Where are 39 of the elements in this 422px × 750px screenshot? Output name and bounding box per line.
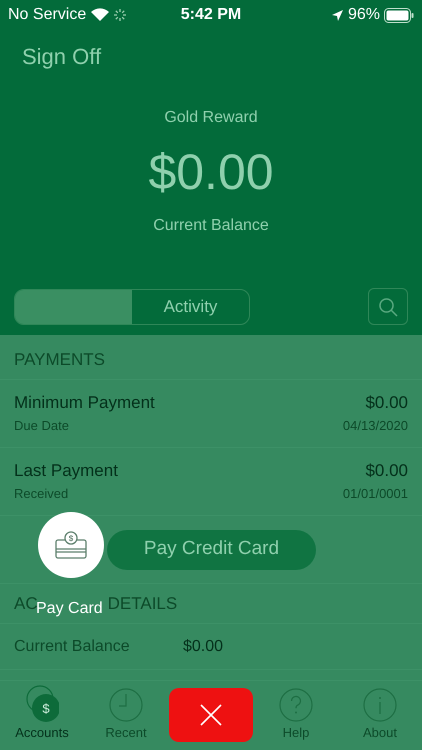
search-icon [378,296,398,316]
payment-title: Last Payment [14,460,118,482]
battery-percent: 96% [348,5,380,25]
section-heading: DETAILS [108,592,178,615]
payment-subtitle: Received [14,484,70,502]
info-icon [362,686,398,722]
carrier-label: No Service [8,5,86,25]
sign-off-button[interactable]: Sign Off [22,40,102,73]
search-button[interactable] [368,288,408,325]
balance-label: Current Balance [153,216,269,236]
tab-bar-item[interactable]: $ Accounts [0,681,84,750]
payment-date: 01/01/0001 [342,484,408,502]
tab-bar-item[interactable]: About [338,681,422,750]
tab-bar-item[interactable]: Recent [84,681,168,750]
payment-date: 04/13/2020 [342,416,408,434]
pay-card-label: Pay Card [36,600,103,619]
clock-icon [108,686,144,722]
detail-label: Current Balance [14,636,131,656]
balance-amount: $0.00 [148,143,274,202]
pay-credit-card-button[interactable]: Pay Credit Card [107,530,316,570]
battery-icon [384,8,414,22]
location-arrow-icon [330,8,344,22]
payment-title: Minimum Payment [14,392,155,414]
detail-value: $0.00 [183,636,224,656]
payment-amount: $0.00 [365,460,408,482]
card-name: Gold Reward [164,108,258,128]
wifi-icon [90,8,110,22]
close-button[interactable] [169,688,253,742]
question-icon [278,686,314,722]
segment-tab[interactable]: Activity [132,290,249,324]
section-heading: AC [14,592,38,613]
payment-amount: $0.00 [365,392,408,414]
payment-subtitle: Due Date [14,416,70,434]
status-time: 5:42 PM [180,5,242,25]
pay-card-action-button[interactable]: $ [38,512,104,578]
close-icon [200,704,222,726]
loading-spinner-icon [114,9,126,21]
section-heading: PAYMENTS [14,350,105,369]
tab-bar-item[interactable]: Help [254,681,338,750]
